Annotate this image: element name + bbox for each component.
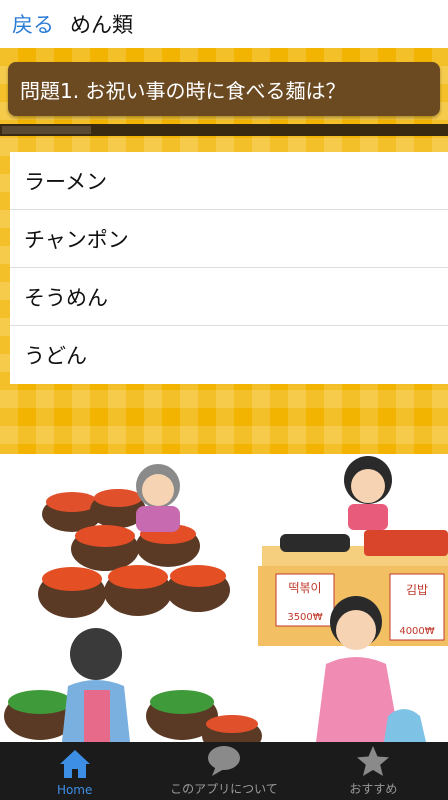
sign-right-price: 4000₩ bbox=[399, 626, 434, 637]
vendor-woman bbox=[344, 456, 392, 530]
sign-left-title: 떡볶이 bbox=[288, 581, 321, 595]
sign-right-title: 김밥 bbox=[406, 583, 428, 597]
tab-home[interactable]: Home bbox=[0, 742, 149, 800]
answer-option-2[interactable]: チャンポン bbox=[10, 210, 448, 268]
question-text: 問題1. お祝い事の時に食べる麺は？ bbox=[20, 78, 346, 103]
answer-option-3[interactable]: そうめん bbox=[10, 268, 448, 326]
answer-option-4[interactable]: うどん bbox=[10, 326, 448, 384]
tab-recommend[interactable]: おすすめ bbox=[299, 742, 448, 800]
progress-bar bbox=[0, 124, 448, 136]
customer-back-view bbox=[62, 628, 130, 742]
progress-fill bbox=[2, 126, 91, 134]
tab-bar: Home このアプリについて おすすめ bbox=[0, 742, 448, 800]
answer-list: ラーメン チャンポン そうめん うどん bbox=[10, 152, 448, 384]
sign-left-price: 3500₩ bbox=[287, 612, 322, 623]
quiz-area: 問題1. お祝い事の時に食べる麺は？ ラーメン チャンポン そうめん うどん bbox=[0, 48, 448, 454]
home-icon bbox=[59, 750, 90, 778]
vendor-grandma bbox=[136, 464, 180, 532]
answer-option-1[interactable]: ラーメン bbox=[10, 152, 448, 210]
tab-about-label: このアプリについて bbox=[170, 782, 278, 796]
market-illustration: 떡볶이 3500₩ 김밥 4000₩ bbox=[0, 454, 448, 742]
market-scene-image: 떡볶이 3500₩ 김밥 4000₩ bbox=[4, 456, 448, 742]
tab-recommend-label: おすすめ bbox=[349, 782, 398, 796]
star-icon bbox=[357, 746, 390, 776]
tab-home-label: Home bbox=[56, 783, 93, 797]
question-box: 問題1. お祝い事の時に食べる麺は？ bbox=[8, 62, 440, 116]
tab-about[interactable]: このアプリについて bbox=[149, 742, 298, 800]
back-button[interactable]: 戻る bbox=[12, 9, 54, 39]
kimchi-bowls bbox=[4, 489, 262, 742]
page-title: めん類 bbox=[70, 13, 133, 37]
speech-bubble-icon bbox=[207, 746, 240, 776]
navigation-bar: 戻る めん類 bbox=[0, 0, 448, 48]
